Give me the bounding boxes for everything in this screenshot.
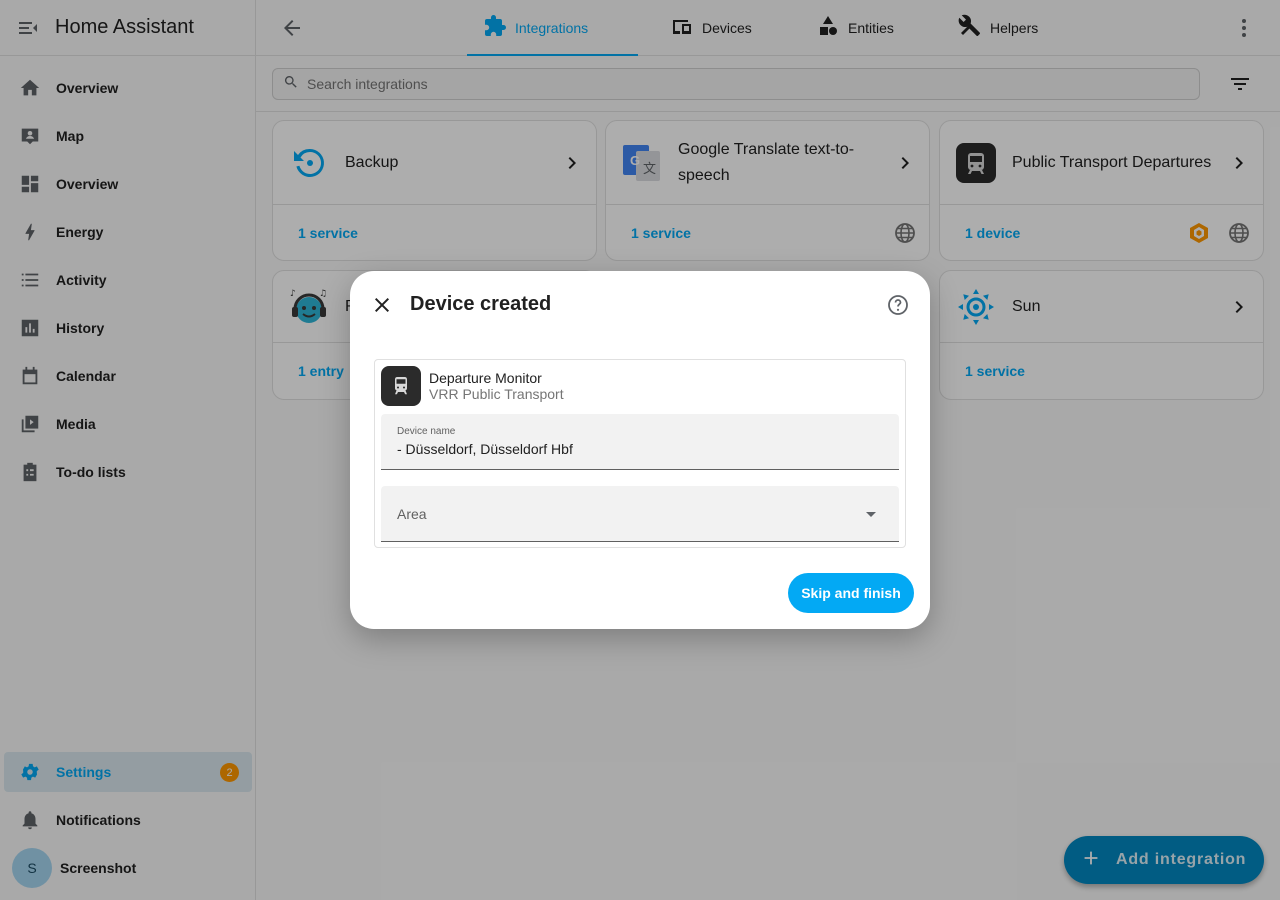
field-label: Area [397,506,427,522]
dropdown-arrow-icon [859,502,883,526]
help-icon[interactable] [886,293,910,317]
close-icon[interactable] [370,293,394,317]
device-created-dialog: Device created Departure Monitor VRR Pub… [350,271,930,629]
train-icon [381,366,421,406]
device-box: Departure Monitor VRR Public Transport D… [374,359,906,548]
dialog-title: Device created [410,293,552,315]
device-name-input[interactable] [397,441,887,457]
device-name-field[interactable]: Device name [381,414,899,470]
skip-and-finish-button[interactable]: Skip and finish [788,573,914,613]
field-label: Device name [397,426,456,437]
area-select[interactable]: Area [381,486,899,542]
device-subtitle: VRR Public Transport [429,386,564,402]
device-name: Departure Monitor [429,370,542,386]
